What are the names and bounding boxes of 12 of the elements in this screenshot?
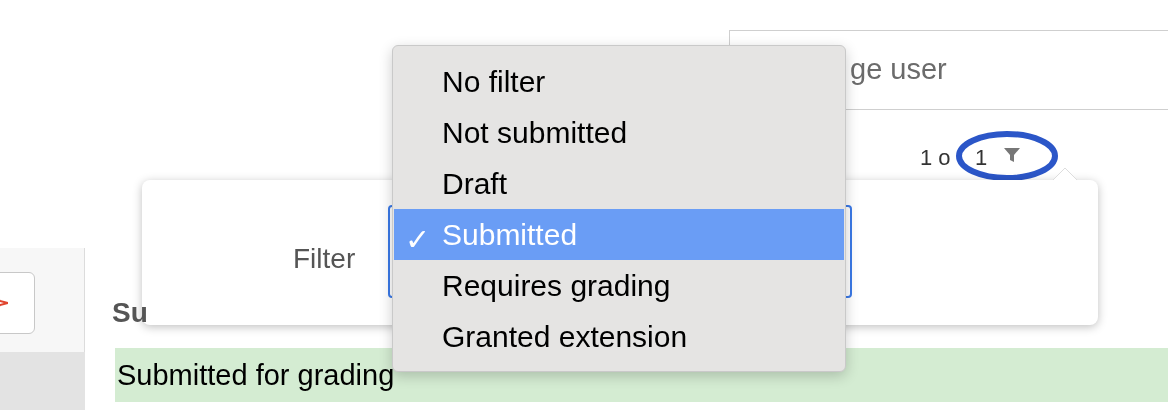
filter-icon[interactable] — [1003, 146, 1021, 164]
status-text: Submitted for grading — [116, 358, 395, 394]
check-icon: ✓ — [405, 217, 430, 262]
page-counter: 1 o — [920, 144, 951, 172]
menu-option[interactable]: Not submitted — [394, 107, 844, 158]
page-counter: 1 — [975, 144, 988, 172]
filter-label: Filter — [293, 242, 356, 276]
section-heading: Su — [112, 296, 148, 330]
menu-option[interactable]: Requires grading — [394, 260, 844, 311]
menu-option[interactable]: Granted extension — [394, 311, 844, 362]
popover-pointer — [1052, 167, 1078, 181]
menu-option[interactable]: Draft — [394, 158, 844, 209]
